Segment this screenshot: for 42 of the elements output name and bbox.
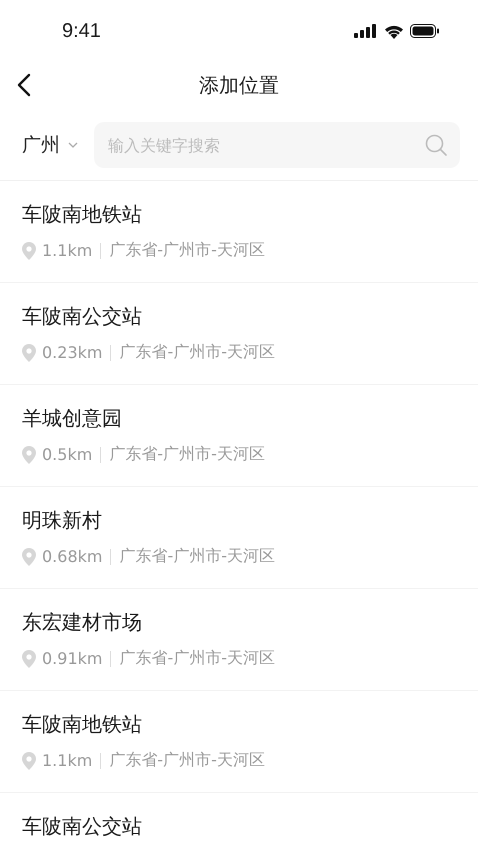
location-pin-icon <box>22 752 36 770</box>
place-name: 羊城创意园 <box>22 405 123 432</box>
battery-icon <box>410 24 440 38</box>
location-pin-icon <box>22 344 36 362</box>
location-pin-icon <box>22 548 36 566</box>
place-item[interactable]: 明珠新村 0.68km 广东省-广州市-天河区 <box>0 487 478 589</box>
search-field[interactable]: 输入关键字搜索 <box>94 122 460 168</box>
place-name: 车陂南公交站 <box>22 813 143 840</box>
location-pin-icon <box>22 650 36 668</box>
place-name: 车陂南地铁站 <box>22 201 143 228</box>
place-distance: 0.68km <box>42 547 102 566</box>
status-time: 9:41 <box>62 20 101 42</box>
place-name: 东宏建材市场 <box>22 609 143 636</box>
location-pin-icon <box>22 446 36 464</box>
place-address: 广东省-广州市-天河区 <box>109 750 265 771</box>
place-address: 广东省-广州市-天河区 <box>109 240 265 261</box>
place-item[interactable]: 车陂南公交站 <box>0 793 478 850</box>
caret-icon <box>68 142 78 148</box>
city-selector[interactable]: 广州 <box>22 132 78 158</box>
place-item[interactable]: 车陂南公交站 0.23km 广东省-广州市-天河区 <box>0 283 478 385</box>
page-title: 添加位置 <box>199 72 279 98</box>
place-item[interactable]: 东宏建材市场 0.91km 广东省-广州市-天河区 <box>0 589 478 691</box>
place-item[interactable]: 车陂南地铁站 1.1km 广东省-广州市-天河区 <box>0 181 478 283</box>
place-distance: 0.23km <box>42 343 102 362</box>
place-item[interactable]: 车陂南地铁站 1.1km 广东省-广州市-天河区 <box>0 691 478 793</box>
place-address: 广东省-广州市-天河区 <box>119 546 276 567</box>
place-distance: 0.5km <box>42 445 92 464</box>
location-pin-icon <box>22 242 36 260</box>
place-distance: 0.91km <box>42 649 102 668</box>
place-distance: 1.1km <box>42 751 92 770</box>
back-icon[interactable] <box>17 73 31 97</box>
place-address: 广东省-广州市-天河区 <box>119 342 276 363</box>
place-address: 广东省-广州市-天河区 <box>109 444 265 465</box>
place-name: 车陂南公交站 <box>22 303 143 330</box>
wifi-icon <box>384 24 404 38</box>
place-item[interactable]: 羊城创意园 0.5km 广东省-广州市-天河区 <box>0 385 478 487</box>
signal-icon <box>354 24 378 38</box>
search-icon <box>424 133 448 157</box>
place-address: 广东省-广州市-天河区 <box>119 648 276 669</box>
place-name: 明珠新村 <box>22 507 103 534</box>
place-name: 车陂南地铁站 <box>22 711 143 738</box>
place-distance: 1.1km <box>42 241 92 260</box>
